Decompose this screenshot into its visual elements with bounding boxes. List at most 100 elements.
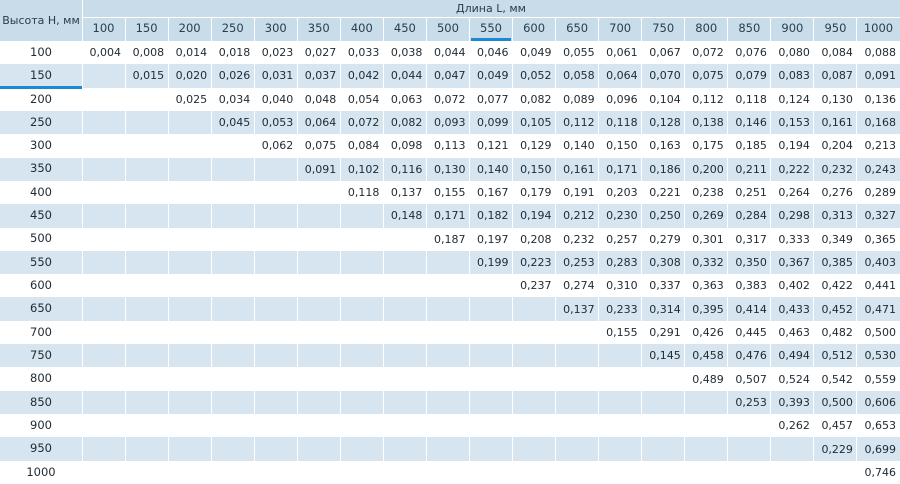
table-cell: 0,383 [735,279,767,293]
length-header-900[interactable]: 900 [770,17,814,41]
table-cell: 0,025 [175,92,208,106]
row-label-550[interactable]: 550 [0,250,82,275]
length-header-100[interactable]: 100 [82,17,126,41]
row-label-250[interactable]: 250 [0,110,82,135]
table-cell: 0,148 [383,204,427,228]
table-cell: 0,140 [469,157,513,181]
table-cell [513,367,556,390]
table-cell [82,250,126,275]
table-cell: 0,223 [512,250,556,275]
table-cell [469,344,513,368]
table-cell: 0,279 [649,232,681,246]
table-cell: 0,083 [770,64,814,88]
length-header-750[interactable]: 750 [641,17,685,41]
table-cell: 0,213 [864,139,896,153]
table-cell: 0,221 [649,186,681,200]
length-header-600[interactable]: 600 [512,17,556,41]
length-header-650[interactable]: 650 [555,17,599,41]
length-header-1000[interactable]: 1000 [856,17,900,41]
length-header-150[interactable]: 150 [125,17,169,41]
length-header-350[interactable]: 350 [297,17,341,41]
row-label-400[interactable]: 400 [0,181,82,204]
table-cell: 0,500 [813,390,857,415]
table-cell: 0,332 [684,250,728,275]
length-caption: Длина L, мм [82,0,900,17]
table-cell: 0,118 [347,186,380,200]
table-cell [598,390,642,415]
row-label-850[interactable]: 850 [0,390,82,415]
table-cell [82,228,125,251]
table-cell [340,274,383,297]
table-cell: 0,161 [555,157,599,181]
table-cell: 0,082 [520,92,552,106]
table-cell [125,274,168,297]
table-cell: 0,044 [433,46,466,60]
table-cell [254,344,298,368]
table-cell: 0,161 [813,110,857,135]
table-cell [125,204,169,228]
selected-length-marker [471,38,511,41]
length-header-850[interactable]: 850 [727,17,771,41]
table-cell [82,64,126,88]
table-cell: 0,253 [727,390,771,415]
table-cell [254,181,297,204]
table-cell: 0,048 [304,92,337,106]
table-cell: 0,076 [735,46,767,60]
table-cell: 0,042 [340,64,384,88]
row-label-700[interactable]: 700 [0,321,82,344]
table-cell [211,437,255,461]
length-header-200[interactable]: 200 [168,17,212,41]
length-header-400[interactable]: 400 [340,17,384,41]
table-cell: 0,262 [778,419,810,433]
row-label-150[interactable]: 150 [0,64,82,88]
table-cell: 0,096 [606,92,638,106]
row-label-200[interactable]: 200 [0,88,82,111]
row-label-100[interactable]: 100 [0,41,82,64]
table-cell [211,321,254,344]
row-label-350[interactable]: 350 [0,157,82,181]
row-label-800[interactable]: 800 [0,367,82,390]
table-cell: 0,175 [692,139,724,153]
table-cell: 0,253 [555,250,599,275]
row-label-950[interactable]: 950 [0,437,82,461]
table-cell: 0,222 [770,157,814,181]
length-header-450[interactable]: 450 [383,17,427,41]
table-cell [599,461,642,484]
table-cell: 0,393 [770,390,814,415]
row-label-600[interactable]: 600 [0,274,82,297]
length-header-800[interactable]: 800 [684,17,728,41]
length-header-300[interactable]: 300 [254,17,298,41]
table-cell: 0,138 [684,110,728,135]
length-header-950[interactable]: 950 [813,17,857,41]
table-cell: 0,191 [563,186,595,200]
table-cell: 0,129 [520,139,552,153]
row-label-750[interactable]: 750 [0,344,82,368]
table-cell: 0,027 [304,46,337,60]
table-cell: 0,136 [864,92,896,106]
table-cell [82,157,126,181]
table-cell: 0,067 [649,46,681,60]
row-label-900[interactable]: 900 [0,414,82,437]
table-cell [642,367,685,390]
table-cell: 0,112 [692,92,724,106]
row-label-500[interactable]: 500 [0,228,82,251]
table-cell: 0,197 [477,232,509,246]
length-header-250[interactable]: 250 [211,17,255,41]
table-cell [512,437,556,461]
table-cell [641,390,685,415]
row-label-300[interactable]: 300 [0,134,82,157]
table-cell: 0,121 [477,139,509,153]
table-cell: 0,314 [641,297,685,321]
row-label-650[interactable]: 650 [0,297,82,321]
length-header-500[interactable]: 500 [426,17,470,41]
table-cell: 0,082 [383,110,427,135]
row-label-450[interactable]: 450 [0,204,82,228]
table-cell: 0,476 [727,344,771,368]
length-header-700[interactable]: 700 [598,17,642,41]
table-cell: 0,026 [211,64,255,88]
row-label-1000[interactable]: 1000 [0,461,82,484]
table-cell: 0,212 [555,204,599,228]
table-cell: 0,441 [864,279,896,293]
table-cell: 0,167 [477,186,509,200]
table-cell [728,461,771,484]
